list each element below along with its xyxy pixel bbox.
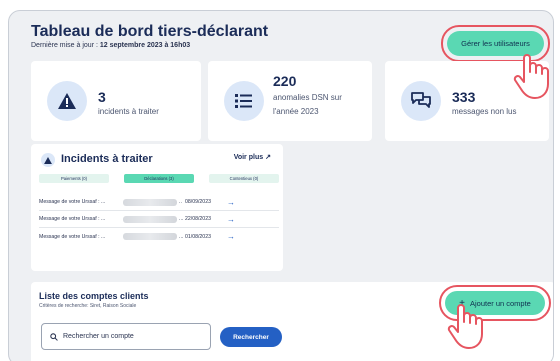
search-button[interactable]: Rechercher bbox=[220, 327, 282, 347]
client-accounts-title: Liste des comptes clients bbox=[39, 291, 149, 301]
arrow-right-icon[interactable]: → bbox=[227, 215, 235, 224]
tab-contentieux[interactable]: Contentieux (0) bbox=[209, 174, 279, 183]
stat-value-incidents: 3 bbox=[98, 89, 106, 105]
stat-value-messages: 333 bbox=[452, 89, 476, 105]
incident-row[interactable]: Message de votre Urssaf : ... ... 01/08/… bbox=[39, 228, 279, 245]
chat-icon bbox=[411, 92, 431, 108]
account-search-input[interactable]: Rechercher un compte bbox=[41, 323, 211, 350]
redacted-text bbox=[123, 215, 177, 223]
incident-row[interactable]: Message de votre Urssaf : ... .. 08/09/2… bbox=[39, 194, 279, 211]
incident-date: 01/08/2023 bbox=[185, 233, 211, 240]
stat-value-anomalies: 220 bbox=[273, 73, 297, 89]
list-icon bbox=[235, 94, 252, 108]
stat-label-anomalies-1: anomalies DSN sur bbox=[273, 93, 342, 102]
warning-icon-badge bbox=[47, 81, 87, 121]
arrow-right-icon[interactable]: → bbox=[227, 232, 235, 241]
incident-message: Message de votre Urssaf : ... bbox=[39, 216, 106, 222]
search-placeholder: Rechercher un compte bbox=[63, 333, 134, 340]
incident-date: 08/09/2023 bbox=[185, 199, 211, 205]
incident-row[interactable]: Message de votre Urssaf : ... ... 22/08/… bbox=[39, 211, 279, 228]
stat-label-anomalies-2: l'année 2023 bbox=[273, 107, 319, 116]
incidents-tabs: Paiements (0) Déclarations (3) Contentie… bbox=[39, 174, 279, 184]
warning-icon-small-badge bbox=[41, 153, 55, 167]
incident-message: Message de votre Urssaf : ... bbox=[39, 199, 106, 205]
warning-icon bbox=[44, 156, 52, 164]
see-more-link[interactable]: Voir plus ↗ bbox=[233, 153, 271, 162]
redacted-text bbox=[123, 198, 177, 206]
incident-message: Message de votre Urssaf : ... bbox=[39, 233, 106, 240]
pointer-hand-icon bbox=[447, 304, 483, 349]
stat-card-anomalies[interactable]: 220 anomalies DSN sur l'année 2023 bbox=[208, 61, 372, 141]
redacted-text bbox=[123, 233, 177, 240]
list-icon-badge bbox=[224, 81, 264, 121]
last-update-value: 12 septembre 2023 à 16h03 bbox=[99, 42, 191, 49]
search-icon bbox=[50, 332, 58, 341]
search-criteria: Critères de recherche: Siret, Raison Soc… bbox=[39, 303, 137, 309]
page-title: Tableau de bord tiers-déclarant bbox=[31, 23, 269, 40]
tab-declarations[interactable]: Déclarations (3) bbox=[124, 174, 194, 183]
last-update-prefix: Dernière mise à jour : bbox=[31, 42, 100, 49]
see-more-label: Voir plus bbox=[233, 153, 264, 161]
last-update: Dernière mise à jour : 12 septembre 2023… bbox=[31, 42, 190, 49]
incidents-card: Incidents à traiter Voir plus ↗ Paiements… bbox=[31, 144, 283, 271]
manage-users-label: Gérer les utilisateurs bbox=[461, 39, 530, 48]
stat-card-incidents[interactable]: 3 incidents à traiter bbox=[31, 61, 201, 141]
tab-paiements[interactable]: Paiements (0) bbox=[39, 174, 109, 183]
arrow-right-icon[interactable]: → bbox=[227, 198, 235, 207]
external-arrow-icon: ↗ bbox=[265, 154, 271, 161]
pointer-hand-icon bbox=[513, 54, 549, 99]
warning-icon bbox=[58, 93, 76, 109]
incident-date: 22/08/2023 bbox=[185, 216, 211, 222]
stat-label-incidents: incidents à traiter bbox=[98, 107, 159, 116]
chat-icon-badge bbox=[401, 81, 441, 121]
incidents-title: Incidents à traiter bbox=[61, 153, 153, 165]
stat-label-messages: messages non lus bbox=[452, 107, 517, 116]
